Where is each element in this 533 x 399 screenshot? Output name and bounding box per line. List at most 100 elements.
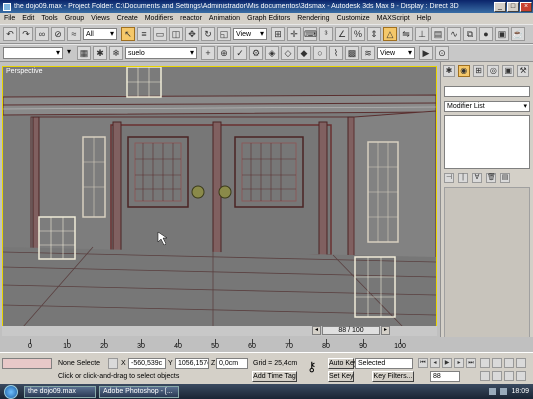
- maximize-button[interactable]: □: [507, 1, 519, 12]
- menu-animation[interactable]: Animation: [209, 15, 240, 22]
- angle-snap-icon[interactable]: ∠: [335, 27, 349, 41]
- modifier-list-dropdown[interactable]: Modifier List: [444, 101, 530, 112]
- show-end-result-icon[interactable]: |: [458, 173, 468, 183]
- modifier-stack[interactable]: [444, 115, 530, 169]
- redo-icon[interactable]: ↷: [19, 27, 33, 41]
- menu-views[interactable]: Views: [91, 15, 110, 22]
- key-icon[interactable]: ⚷: [307, 360, 317, 373]
- key-mode-dropdown[interactable]: Selected: [355, 358, 413, 369]
- preview-icon[interactable]: ▶: [419, 46, 433, 60]
- prev-key-icon[interactable]: ◂: [430, 358, 440, 368]
- utilities-tab-icon[interactable]: ⚒: [517, 65, 529, 77]
- keyboard-shortcut-icon[interactable]: ⌨: [303, 27, 317, 41]
- next-frame-arrow[interactable]: ▸: [381, 326, 390, 335]
- field-of-view-icon[interactable]: [480, 371, 490, 381]
- tray-volume-icon[interactable]: [500, 388, 508, 395]
- spinner-snap-icon[interactable]: ⇕: [367, 27, 381, 41]
- render-icon[interactable]: ☕: [511, 27, 525, 41]
- select-by-name-icon[interactable]: ≡: [137, 27, 151, 41]
- create-tab-icon[interactable]: ✱: [443, 65, 455, 77]
- menu-reactor[interactable]: reactor: [180, 15, 202, 22]
- schematic-view-icon[interactable]: ⧉: [463, 27, 477, 41]
- layer-dropdown[interactable]: suelo: [125, 47, 197, 59]
- manipulate-icon[interactable]: ✛: [287, 27, 301, 41]
- tray-network-icon[interactable]: [489, 388, 497, 395]
- taskbar-item-3dsmax[interactable]: the dojo09.max: [24, 385, 96, 398]
- cloth-icon[interactable]: ◇: [281, 46, 295, 60]
- zoom-icon[interactable]: [480, 358, 490, 368]
- play-icon[interactable]: ▶: [442, 358, 452, 368]
- minimize-button[interactable]: _: [494, 1, 506, 12]
- clock[interactable]: 18:09: [511, 388, 529, 395]
- pin-stack-icon[interactable]: ⊣: [444, 173, 454, 183]
- rope-icon[interactable]: ⌇: [329, 46, 343, 60]
- remove-modifier-icon[interactable]: 🗑: [486, 173, 496, 183]
- named-selection-set-dropdown[interactable]: [3, 47, 63, 59]
- percent-snap-icon[interactable]: %: [351, 27, 365, 41]
- display-tab-icon[interactable]: ▣: [502, 65, 515, 77]
- menu-rendering[interactable]: Rendering: [297, 15, 329, 22]
- select-move-icon[interactable]: ✥: [185, 27, 199, 41]
- add-time-tag-button[interactable]: Add Time Tag: [252, 371, 297, 382]
- render-setup-icon[interactable]: ▣: [495, 27, 509, 41]
- menu-group[interactable]: Group: [65, 15, 84, 22]
- menu-tools[interactable]: Tools: [41, 15, 57, 22]
- layer-icon[interactable]: ▦: [77, 46, 91, 60]
- go-to-end-icon[interactable]: ⏭: [466, 358, 476, 368]
- bind-space-warp-icon[interactable]: ≈: [67, 27, 81, 41]
- menu-edit[interactable]: Edit: [22, 15, 34, 22]
- snap-icon[interactable]: ³: [319, 27, 333, 41]
- select-rotate-icon[interactable]: ↻: [201, 27, 215, 41]
- select-layer-icon[interactable]: ⊕: [217, 46, 231, 60]
- add-to-layer-icon[interactable]: +: [201, 46, 215, 60]
- analyze-icon[interactable]: ⊙: [435, 46, 449, 60]
- deform-mesh-icon[interactable]: ▩: [345, 46, 359, 60]
- select-icon[interactable]: ↖: [121, 27, 135, 41]
- view-dropdown[interactable]: View: [377, 47, 415, 59]
- named-selection-icon[interactable]: △: [383, 27, 397, 41]
- undo-icon[interactable]: ↶: [3, 27, 17, 41]
- link-icon[interactable]: ∞: [35, 27, 49, 41]
- taskbar-item-photoshop[interactable]: Adobe Photoshop - [...: [99, 385, 179, 398]
- menu-help[interactable]: Help: [417, 15, 431, 22]
- material-editor-icon[interactable]: ●: [479, 27, 493, 41]
- make-unique-icon[interactable]: ∀: [472, 173, 482, 183]
- time-slider[interactable]: ◂ 88 / 100 ▸: [2, 326, 437, 336]
- orbit-icon[interactable]: [504, 371, 514, 381]
- selection-filter-dropdown[interactable]: All: [83, 28, 117, 40]
- mirror-icon[interactable]: ⇋: [399, 27, 413, 41]
- rigid-body-icon[interactable]: ◆: [297, 46, 311, 60]
- window-crossing-icon[interactable]: ◫: [169, 27, 183, 41]
- start-button-icon[interactable]: [4, 384, 18, 399]
- menu-maxscript[interactable]: MAXScript: [377, 15, 410, 22]
- hierarchy-tab-icon[interactable]: ⊞: [472, 65, 485, 77]
- zoom-all-icon[interactable]: [492, 358, 502, 368]
- curve-editor-icon[interactable]: ∿: [447, 27, 461, 41]
- lock-selection-icon[interactable]: [108, 358, 118, 369]
- lightbulb-icon[interactable]: ✱: [93, 46, 107, 60]
- zoom-extents-icon[interactable]: [504, 358, 514, 368]
- maximize-viewport-icon[interactable]: [516, 371, 526, 381]
- reference-coord-dropdown[interactable]: View: [233, 28, 267, 40]
- close-button[interactable]: ×: [520, 1, 532, 12]
- prev-frame-arrow[interactable]: ◂: [312, 326, 321, 335]
- zoom-extents-all-icon[interactable]: [516, 358, 526, 368]
- soft-body-icon[interactable]: ○: [313, 46, 327, 60]
- next-key-icon[interactable]: ▸: [454, 358, 464, 368]
- menu-graph-editors[interactable]: Graph Editors: [247, 15, 290, 22]
- z-coordinate-field[interactable]: 0,0cm: [216, 358, 248, 369]
- modify-tab-icon[interactable]: ◉: [457, 65, 470, 77]
- key-filters-button[interactable]: Key Filters...: [372, 371, 414, 382]
- menu-modifiers[interactable]: Modifiers: [145, 15, 173, 22]
- pivot-center-icon[interactable]: ⊞: [271, 27, 285, 41]
- water-icon[interactable]: ≋: [361, 46, 375, 60]
- maxscript-listener[interactable]: [2, 358, 52, 369]
- set-current-layer-icon[interactable]: ✓: [233, 46, 247, 60]
- align-icon[interactable]: ⊥: [415, 27, 429, 41]
- reactor-icon[interactable]: ⚙: [249, 46, 263, 60]
- object-name-field[interactable]: [444, 86, 530, 97]
- auto-key-button[interactable]: Auto Key: [328, 358, 357, 369]
- go-to-start-icon[interactable]: ⏮: [418, 358, 428, 368]
- select-scale-icon[interactable]: ◱: [217, 27, 231, 41]
- motion-tab-icon[interactable]: ◎: [487, 65, 500, 77]
